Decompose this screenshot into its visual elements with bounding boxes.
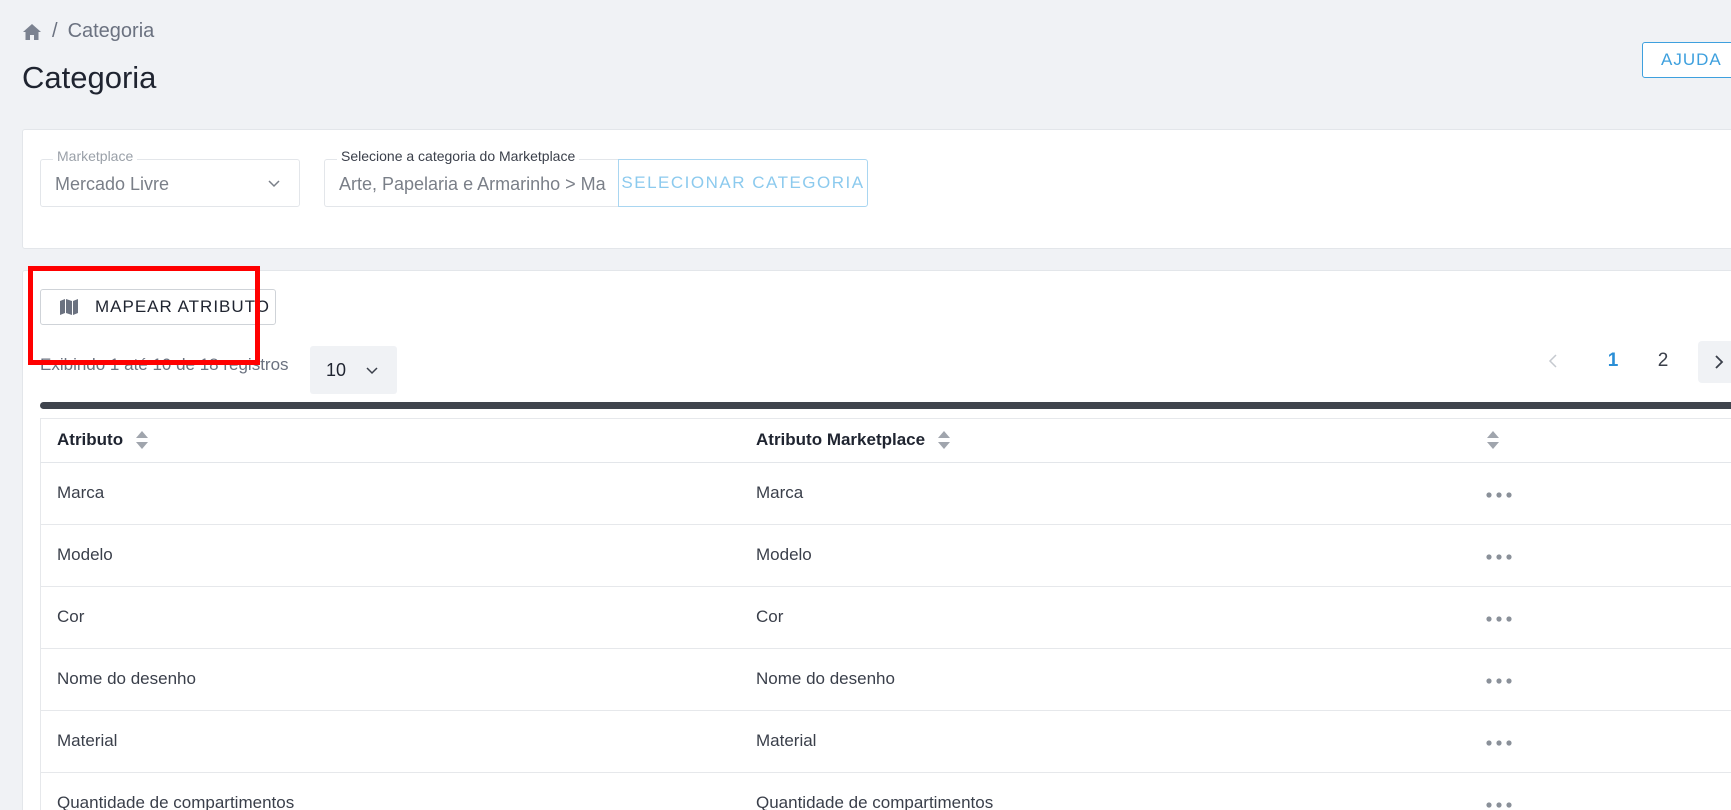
map-attribute-button[interactable]: MAPEAR ATRIBUTO xyxy=(40,289,276,325)
breadcrumb: / Categoria xyxy=(22,20,154,43)
cell-atributo-marketplace: Nome do desenho xyxy=(756,648,1486,711)
table-row[interactable]: Quantidade de compartimentos Quantidade … xyxy=(40,772,1731,810)
category-label: Selecione a categoria do Marketplace xyxy=(337,148,580,164)
table-row[interactable]: Cor Cor xyxy=(40,586,1731,649)
marketplace-value: Mercado Livre xyxy=(55,174,170,194)
column-header-label: Atributo Marketplace xyxy=(756,429,926,449)
sort-icon xyxy=(136,430,149,449)
table-card: MAPEAR ATRIBUTO Exibindo 1 até 10 de 18 … xyxy=(22,270,1731,810)
page-title: Categoria xyxy=(22,60,157,95)
cell-atributo-marketplace: Quantidade de compartimentos xyxy=(756,772,1486,810)
table-header-row: Atributo Atributo Marketplace xyxy=(40,418,1731,463)
page-1-button[interactable]: 1 xyxy=(1593,341,1633,381)
chevron-down-icon xyxy=(268,180,280,188)
more-options-icon[interactable] xyxy=(1486,554,1512,560)
page-size-select[interactable]: 10 xyxy=(310,346,397,394)
select-category-button[interactable]: SELECIONAR CATEGORIA xyxy=(618,159,868,207)
horizontal-scrollbar[interactable] xyxy=(40,402,1731,409)
more-options-icon[interactable] xyxy=(1486,740,1512,746)
sort-icon xyxy=(938,430,951,449)
column-header-atributo[interactable]: Atributo xyxy=(40,418,756,463)
page-2-button[interactable]: 2 xyxy=(1643,341,1683,381)
more-options-icon[interactable] xyxy=(1486,492,1512,498)
chevron-right-icon xyxy=(1715,355,1724,369)
map-attribute-label: MAPEAR ATRIBUTO xyxy=(95,297,270,316)
marketplace-label: Marketplace xyxy=(53,148,138,164)
cell-atributo: Nome do desenho xyxy=(40,648,756,711)
cell-atributo: Modelo xyxy=(40,524,756,587)
breadcrumb-current: Categoria xyxy=(67,20,155,42)
map-icon xyxy=(60,299,78,315)
page-size-value: 10 xyxy=(326,359,347,380)
filter-card: Marketplace Mercado Livre Selecione a ca… xyxy=(22,129,1731,249)
cell-atributo-marketplace: Cor xyxy=(756,586,1486,649)
table-row[interactable]: Modelo Modelo xyxy=(40,524,1731,587)
prev-page-button[interactable] xyxy=(1533,341,1573,381)
cell-atributo-marketplace: Marca xyxy=(756,462,1486,525)
cell-atributo: Material xyxy=(40,710,756,773)
more-options-icon[interactable] xyxy=(1486,802,1512,808)
column-header-label: Atributo xyxy=(57,429,124,449)
marketplace-select[interactable]: Marketplace Mercado Livre xyxy=(40,148,300,207)
column-header-actions[interactable] xyxy=(1486,418,1731,463)
table-row[interactable]: Material Material xyxy=(40,710,1731,773)
table-row[interactable]: Marca Marca xyxy=(40,462,1731,525)
category-value: Arte, Papelaria e Armarinho > Ma xyxy=(339,174,606,194)
table-row[interactable]: Nome do desenho Nome do desenho xyxy=(40,648,1731,711)
cell-atributo: Marca xyxy=(40,462,756,525)
home-icon[interactable] xyxy=(22,22,42,42)
column-header-atributo-marketplace[interactable]: Atributo Marketplace xyxy=(756,418,1486,463)
cell-atributo: Cor xyxy=(40,586,756,649)
cell-atributo-marketplace: Material xyxy=(756,710,1486,773)
cell-atributo-marketplace: Modelo xyxy=(756,524,1486,587)
breadcrumb-separator: / xyxy=(52,20,58,42)
records-info: Exibindo 1 até 10 de 18 registros xyxy=(40,355,289,374)
category-field[interactable]: Selecione a categoria do Marketplace Art… xyxy=(324,148,618,207)
more-options-icon[interactable] xyxy=(1486,616,1512,622)
help-button[interactable]: AJUDA xyxy=(1642,42,1731,78)
cell-atributo: Quantidade de compartimentos xyxy=(40,772,756,810)
next-page-button[interactable] xyxy=(1698,341,1731,383)
sort-icon xyxy=(1487,430,1499,449)
attributes-table: Atributo Atributo Marketplace Marca Marc… xyxy=(40,418,1731,810)
more-options-icon[interactable] xyxy=(1486,678,1512,684)
chevron-left-icon xyxy=(1548,354,1557,368)
chevron-down-icon xyxy=(366,367,378,375)
